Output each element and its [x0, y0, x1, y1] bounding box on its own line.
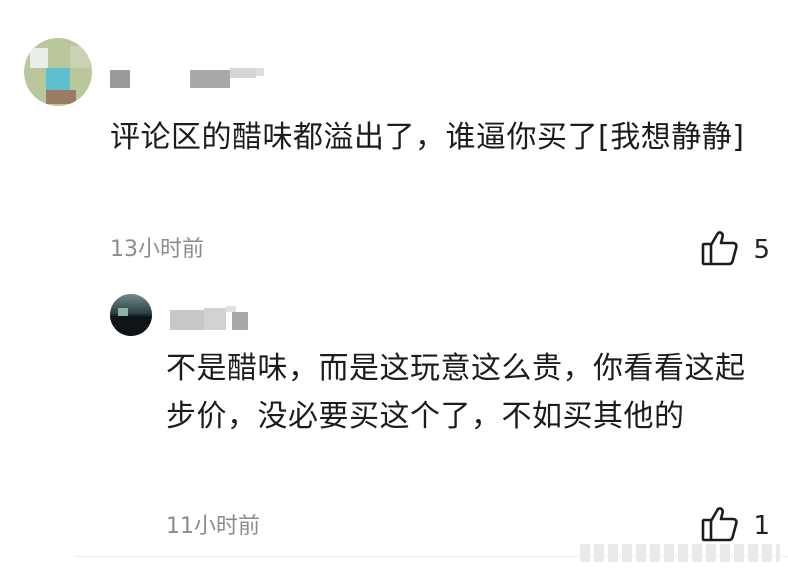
comment-text: 评论区的醋味都溢出了，谁逼你买了[我想静静] — [110, 120, 745, 155]
reply-like-count: 1 — [753, 511, 770, 541]
divider — [76, 556, 788, 557]
reply-timestamp: 11小时前 — [166, 514, 260, 539]
thumbs-up-icon[interactable] — [701, 506, 739, 546]
like-count: 5 — [753, 235, 770, 265]
reply-text: 不是醋味，而是这玩意这么贵，你看看这起步价，没必要买这个了，不如买其他的 — [166, 351, 746, 434]
like-button[interactable]: 5 — [701, 230, 770, 270]
thumbs-up-icon[interactable] — [701, 230, 739, 270]
reply-username-pixelated[interactable] — [166, 304, 276, 332]
comment-thread: 评论区的醋味都溢出了，谁逼你买了[我想静静] 13小时前 5 不是醋味，而是这玩… — [0, 0, 788, 572]
reply-avatar[interactable] — [110, 294, 152, 336]
username-pixelated[interactable] — [110, 64, 270, 90]
reply-like-button[interactable]: 1 — [701, 506, 770, 546]
watermark — [580, 544, 780, 562]
comment-timestamp: 13小时前 — [110, 237, 204, 262]
avatar[interactable] — [24, 38, 92, 106]
